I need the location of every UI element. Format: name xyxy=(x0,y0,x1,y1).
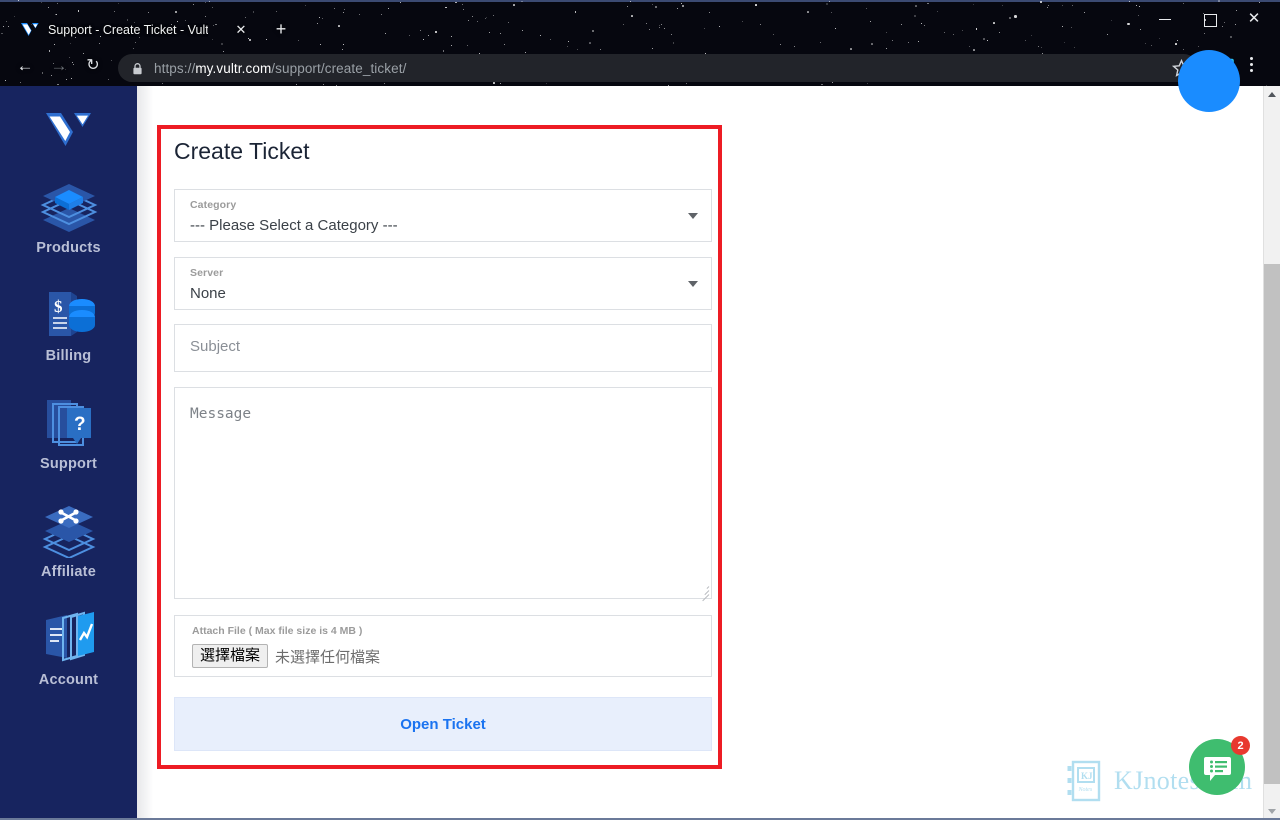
subject-input[interactable]: Subject xyxy=(174,324,712,372)
page-scrollbar[interactable] xyxy=(1263,86,1280,820)
url-text: https://my.vultr.com/support/create_tick… xyxy=(154,61,406,76)
message-placeholder: Message xyxy=(190,406,252,422)
sidebar-item-account[interactable]: Account xyxy=(0,610,137,688)
page-left-gutter xyxy=(137,86,153,820)
url-path: /support/create_ticket/ xyxy=(271,60,407,76)
chevron-down-icon xyxy=(688,280,698,287)
browser-tab[interactable]: Support - Create Ticket - Vultr.c xyxy=(8,16,252,44)
tab-close-icon[interactable]: ✕ xyxy=(233,22,249,38)
layers-question-icon: ? xyxy=(0,394,137,450)
sidebar-item-label: Affiliate xyxy=(41,564,96,580)
server-select[interactable]: Server None xyxy=(174,257,712,310)
sidebar-item-billing[interactable]: $ Billing xyxy=(0,286,137,364)
sidebar-item-affiliate[interactable]: Affiliate xyxy=(0,502,137,580)
sidebar-item-label: Products xyxy=(36,240,101,256)
server-label: Server xyxy=(190,267,224,279)
vultr-logo[interactable] xyxy=(45,110,93,148)
url-scheme: https:// xyxy=(154,60,196,76)
choose-file-button[interactable]: 選擇檔案 xyxy=(192,644,269,668)
tab-strip: Support - Create Ticket - Vultr.c ✕ + xyxy=(0,0,1280,44)
server-value: None xyxy=(190,285,226,302)
new-tab-button[interactable]: + xyxy=(272,20,290,39)
reload-button[interactable]: ↻ xyxy=(78,51,108,81)
file-status-text: 未選擇任何檔案 xyxy=(275,648,381,666)
file-input-row[interactable]: 選擇檔案 未選擇任何檔案 xyxy=(192,644,380,668)
svg-text:$: $ xyxy=(54,297,63,316)
invoice-coins-icon: $ xyxy=(0,286,137,342)
textarea-resize-handle[interactable] xyxy=(698,585,710,602)
window-minimize-button[interactable] xyxy=(1144,8,1188,30)
lock-icon xyxy=(132,62,143,75)
window-maximize-button[interactable] xyxy=(1188,8,1232,30)
sidebar-item-products[interactable]: Products xyxy=(0,178,137,256)
address-bar[interactable]: https://my.vultr.com/support/create_tick… xyxy=(118,54,1198,82)
scrollbar-thumb[interactable] xyxy=(1264,264,1280,784)
kjnotes-watermark-icon: KJ Notes xyxy=(1067,760,1101,802)
documents-chart-icon xyxy=(0,610,137,666)
sidebar-item-label: Billing xyxy=(45,348,92,364)
sidebar-item-label: Account xyxy=(38,672,99,688)
subject-placeholder: Subject xyxy=(190,338,241,355)
attach-file-field[interactable]: Attach File ( Max file size is 4 MB ) 選擇… xyxy=(174,615,712,677)
attach-file-label: Attach File ( Max file size is 4 MB ) xyxy=(192,625,363,637)
three-dot-menu-icon[interactable] xyxy=(1250,57,1254,79)
page-viewport: Products $ Billing ? Support Affiliate A… xyxy=(0,50,1280,820)
account-avatar-circle[interactable] xyxy=(1178,50,1240,112)
scroll-up-arrow-icon[interactable] xyxy=(1264,86,1280,103)
window-controls: ✕ xyxy=(1144,8,1276,30)
sidebar-item-label: Support xyxy=(40,456,97,472)
app-sidebar: Products $ Billing ? Support Affiliate A… xyxy=(0,86,137,820)
svg-text:?: ? xyxy=(74,414,86,435)
layers-cube-icon xyxy=(0,178,137,234)
layers-share-icon xyxy=(0,502,137,558)
window-close-button[interactable]: ✕ xyxy=(1232,8,1276,30)
page-title: Create Ticket xyxy=(174,138,310,164)
sidebar-item-support[interactable]: ? Support xyxy=(0,394,137,472)
url-host: my.vultr.com xyxy=(195,60,272,76)
category-label: Category xyxy=(190,199,237,211)
category-select[interactable]: Category --- Please Select a Category --… xyxy=(174,189,712,242)
back-button[interactable]: ← xyxy=(10,51,40,81)
message-textarea[interactable]: Message xyxy=(174,387,712,602)
chat-unread-badge: 2 xyxy=(1231,736,1250,755)
category-value: --- Please Select a Category --- xyxy=(190,217,398,234)
annotation-highlight-box: Create Ticket Category --- Please Select… xyxy=(157,125,722,769)
forward-button[interactable]: → xyxy=(44,51,74,81)
open-ticket-button[interactable]: Open Ticket xyxy=(174,697,712,751)
svg-text:KJ: KJ xyxy=(1081,771,1093,781)
vultr-logo-icon xyxy=(20,21,40,39)
browser-chrome: Support - Create Ticket - Vultr.c ✕ + ✕ … xyxy=(0,0,1280,86)
svg-text:Notes: Notes xyxy=(1078,787,1093,793)
chevron-down-icon xyxy=(688,212,698,219)
page-content-area: Create Ticket Category --- Please Select… xyxy=(137,50,1280,820)
tab-title: Support - Create Ticket - Vultr.c xyxy=(48,23,208,37)
create-ticket-form: Create Ticket Category --- Please Select… xyxy=(161,129,718,765)
